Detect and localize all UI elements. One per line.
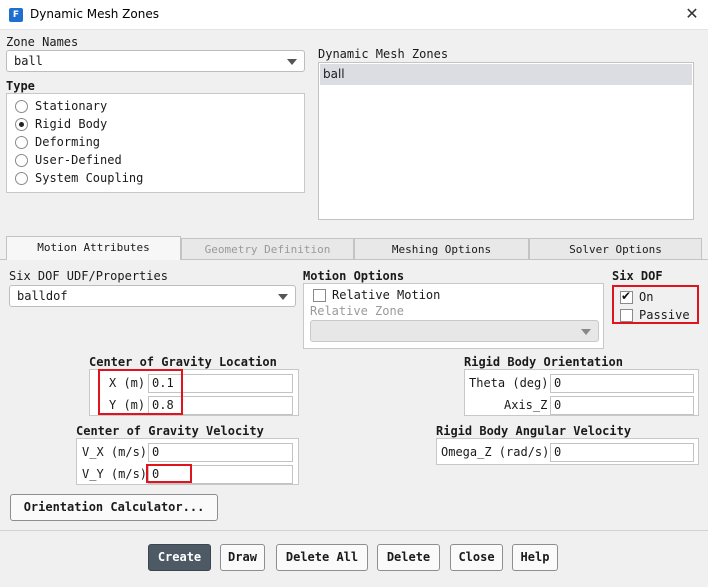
create-button[interactable]: Create <box>148 544 211 571</box>
title-bar: F Dynamic Mesh Zones ✕ <box>0 0 708 30</box>
relative-zone-label: Relative Zone <box>310 304 404 318</box>
radio-rigid-body[interactable]: Rigid Body <box>15 115 107 133</box>
type-group: Stationary Rigid Body Deforming User-Def… <box>6 93 305 193</box>
tab-motion-attributes[interactable]: Motion Attributes <box>6 236 181 260</box>
vx-input[interactable]: 0 <box>148 443 293 462</box>
window-title: Dynamic Mesh Zones <box>30 7 159 21</box>
draw-button[interactable]: Draw <box>220 544 265 571</box>
dynamic-mesh-zones-label: Dynamic Mesh Zones <box>318 47 449 61</box>
radio-button[interactable] <box>15 99 28 113</box>
radio-label: Stationary <box>35 99 108 113</box>
delete-button[interactable]: Delete <box>377 544 440 571</box>
six-dof-passive-checkbox[interactable] <box>620 308 633 322</box>
rb-angular-velocity-label: Rigid Body Angular Velocity <box>436 424 632 438</box>
six-dof-on-checkbox[interactable] <box>620 289 633 304</box>
vx-label: V_X (m/s) <box>82 445 148 459</box>
radio-button[interactable] <box>15 117 28 131</box>
relative-motion-checkbox[interactable] <box>313 288 326 302</box>
six-dof-label: Six DOF <box>612 269 663 283</box>
rb-orientation-label: Rigid Body Orientation <box>464 355 623 369</box>
relative-motion-label: Relative Motion <box>332 288 441 302</box>
cog-location-label: Center of Gravity Location <box>89 355 277 369</box>
cog-location-highlight <box>98 369 183 415</box>
help-button[interactable]: Help <box>512 544 558 571</box>
close-button[interactable]: Close <box>450 544 503 571</box>
radio-label: System Coupling <box>35 171 144 185</box>
motion-options-group: Relative Motion Relative Zone <box>303 283 604 349</box>
list-item[interactable]: ball <box>320 64 692 85</box>
active-tab-gap <box>7 259 180 260</box>
six-dof-udf-value: balldof <box>17 289 68 303</box>
radio-deforming[interactable]: Deforming <box>15 133 100 151</box>
chevron-down-icon <box>278 294 288 300</box>
footer-divider <box>0 530 708 531</box>
radio-button[interactable] <box>15 171 28 185</box>
six-dof-on-label: On <box>639 290 654 304</box>
theta-label: Theta (deg) <box>469 376 549 390</box>
cog-velocity-label: Center of Gravity Velocity <box>76 424 264 438</box>
theta-input[interactable]: 0 <box>550 374 694 393</box>
chevron-down-icon <box>581 329 591 335</box>
vy-highlight <box>146 464 192 483</box>
relative-zone-dropdown[interactable] <box>310 320 599 342</box>
six-dof-on-row[interactable]: On <box>620 289 654 304</box>
radio-label: User-Defined <box>35 153 122 167</box>
tab-geometry-definition[interactable]: Geometry Definition <box>181 238 354 260</box>
close-icon[interactable]: ✕ <box>682 3 702 25</box>
zone-names-label: Zone Names <box>6 35 79 49</box>
six-dof-passive-label: Passive <box>639 308 690 322</box>
zone-names-dropdown[interactable]: ball <box>6 50 305 72</box>
delete-all-button[interactable]: Delete All <box>276 544 368 571</box>
tab-solver-options[interactable]: Solver Options <box>529 238 702 260</box>
radio-system-coupling[interactable]: System Coupling <box>15 169 143 187</box>
six-dof-passive-row[interactable]: Passive <box>620 308 690 322</box>
orientation-calculator-button[interactable]: Orientation Calculator... <box>10 494 218 521</box>
six-dof-highlight: On Passive <box>612 285 699 324</box>
zone-names-value: ball <box>14 54 43 68</box>
type-label: Type <box>6 79 35 93</box>
radio-label: Rigid Body <box>35 117 108 131</box>
axis-z-input[interactable]: 0 <box>550 396 694 415</box>
rb-orientation-group: Theta (deg) 0 Axis_Z 0 <box>464 369 699 416</box>
radio-button[interactable] <box>15 153 28 167</box>
chevron-down-icon <box>287 59 297 65</box>
radio-stationary[interactable]: Stationary <box>15 97 107 115</box>
dynamic-mesh-zones-list[interactable]: ball <box>318 62 694 220</box>
app-icon: F <box>9 8 23 22</box>
vy-label: V_Y (m/s) <box>82 467 148 481</box>
axis-z-label: Axis_Z <box>504 398 548 412</box>
tab-meshing-options[interactable]: Meshing Options <box>354 238 529 260</box>
rb-angular-velocity-group: Omega_Z (rad/s) 0 <box>436 438 699 465</box>
radio-button[interactable] <box>15 135 28 149</box>
six-dof-udf-dropdown[interactable]: balldof <box>9 285 296 307</box>
relative-motion-checkbox-row[interactable]: Relative Motion <box>313 288 440 302</box>
radio-user-defined[interactable]: User-Defined <box>15 151 122 169</box>
radio-label: Deforming <box>35 135 101 149</box>
omega-z-input[interactable]: 0 <box>550 443 694 462</box>
omega-z-label: Omega_Z (rad/s) <box>441 445 550 459</box>
six-dof-udf-label: Six DOF UDF/Properties <box>9 269 168 283</box>
motion-options-label: Motion Options <box>303 269 405 283</box>
